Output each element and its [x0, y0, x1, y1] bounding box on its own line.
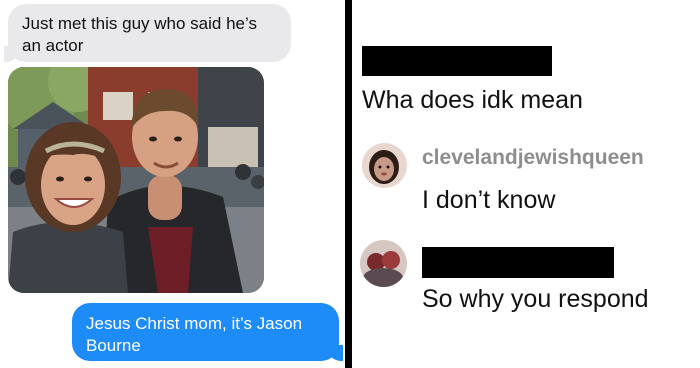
redacted-username-followup: [422, 247, 614, 278]
outgoing-message-text: Jesus Christ mom, it’s Jason Bourne: [86, 314, 303, 355]
photo-illustration: [8, 67, 264, 293]
imessage-panel: Just met this guy who said he’s an actor: [0, 0, 345, 368]
redacted-username-post: [362, 46, 552, 76]
reply-avatar[interactable]: [362, 143, 407, 188]
reply-text: I don’t know: [422, 186, 556, 214]
post-text: Wha does idk mean: [362, 86, 583, 114]
shared-photo[interactable]: [8, 67, 264, 293]
outgoing-bubble-tail: [327, 345, 343, 361]
followup-avatar[interactable]: [360, 240, 407, 287]
reply-avatar-image: [362, 143, 407, 188]
comment-thread-panel: Wha does idk mean clevelandjewishqueen I…: [352, 0, 700, 368]
incoming-bubble-tail: [4, 46, 20, 62]
panel-divider: [345, 0, 352, 368]
outgoing-message-bubble: Jesus Christ mom, it’s Jason Bourne: [72, 303, 343, 361]
followup-avatar-image: [360, 240, 407, 287]
incoming-message-bubble: Just met this guy who said he’s an actor: [4, 4, 291, 62]
followup-text: So why you respond: [422, 285, 649, 313]
reply-username[interactable]: clevelandjewishqueen: [422, 146, 644, 170]
incoming-message-text: Just met this guy who said he’s an actor: [22, 14, 257, 55]
